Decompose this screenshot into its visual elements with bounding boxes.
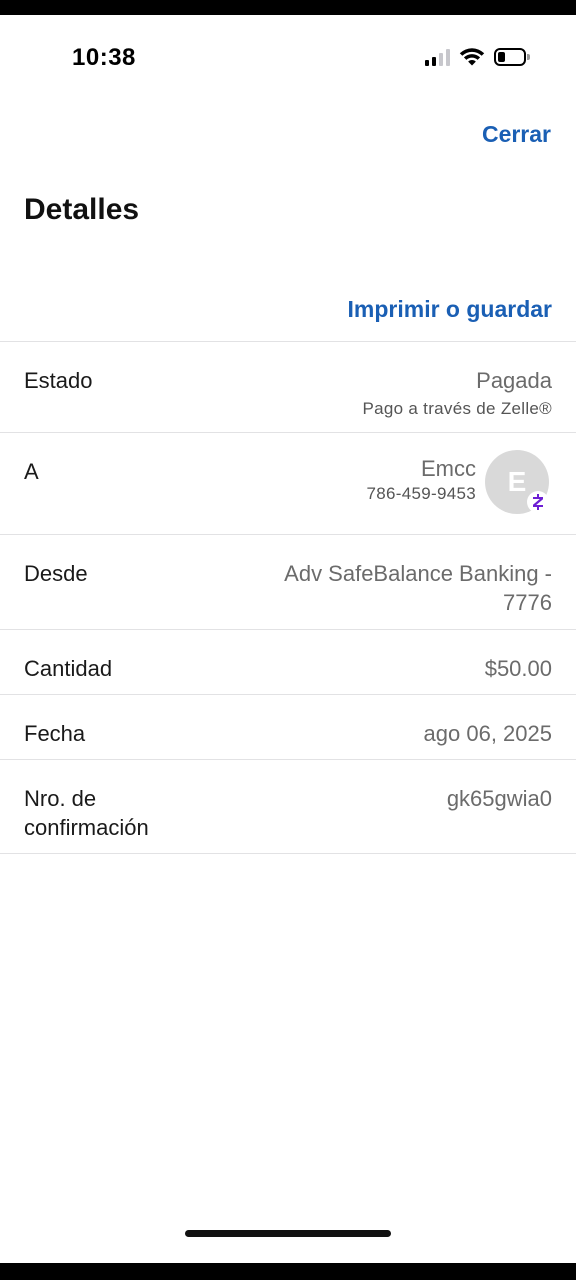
- status-value-group: Pagada Pago a través de Zelle®: [362, 366, 552, 420]
- status-sub: Pago a través de Zelle®: [362, 399, 552, 418]
- confirmation-label-group: Nro. de confirmación: [24, 784, 149, 842]
- page-title: Detalles: [24, 193, 140, 226]
- recipient-phone: 786-459-9453: [366, 484, 476, 503]
- recipient-value-group: Emcc 786-459-9453: [367, 454, 476, 505]
- close-button[interactable]: Cerrar: [482, 121, 551, 148]
- detail-row-status: Estado Pagada Pago a través de Zelle®: [0, 341, 576, 432]
- detail-row-from: Desde Adv SafeBalance Banking - 7776: [0, 534, 576, 629]
- date-label: Fecha: [24, 721, 86, 746]
- print-or-save-button[interactable]: Imprimir o guardar: [348, 296, 552, 323]
- status-icons: [425, 47, 530, 67]
- status-time: 10:38: [72, 44, 136, 71]
- amount-label: Cantidad: [24, 656, 113, 681]
- detail-row-recipient: A Emcc 786-459-9453 E: [0, 432, 576, 534]
- amount-value: $50.00: [484, 656, 552, 681]
- confirmation-value: gk65gwia0: [446, 786, 552, 811]
- from-account-name: Adv SafeBalance Banking -: [284, 561, 552, 586]
- detail-row-date: Fecha ago 06, 2025: [0, 694, 576, 759]
- recipient-name: Emcc: [421, 456, 476, 481]
- wifi-icon: [459, 48, 485, 66]
- status-label: Estado: [24, 368, 93, 393]
- avatar-initial: E: [507, 466, 527, 497]
- detail-row-amount: Cantidad $50.00: [0, 629, 576, 694]
- status-value: Pagada: [476, 368, 552, 393]
- details-screen: 10:38 Cerrar Detalles Imprimir o guardar: [0, 15, 576, 1263]
- home-indicator[interactable]: [185, 1230, 391, 1237]
- from-value-group: Adv SafeBalance Banking - 7776: [284, 559, 552, 617]
- date-value: ago 06, 2025: [423, 721, 552, 746]
- battery-icon: [494, 48, 530, 66]
- from-label: Desde: [24, 561, 88, 586]
- confirmation-label-line1: Nro. de: [24, 786, 97, 811]
- confirmation-label-line2: confirmación: [24, 815, 149, 840]
- zelle-icon: [527, 491, 549, 513]
- recipient-label: A: [24, 459, 39, 484]
- details-list: Estado Pagada Pago a través de Zelle® A …: [0, 341, 576, 854]
- detail-row-confirmation: Nro. de confirmación gk65gwia0: [0, 759, 576, 854]
- cellular-signal-icon: [425, 48, 450, 66]
- from-account-number: 7776: [503, 590, 552, 615]
- status-bar: 10:38: [0, 15, 576, 105]
